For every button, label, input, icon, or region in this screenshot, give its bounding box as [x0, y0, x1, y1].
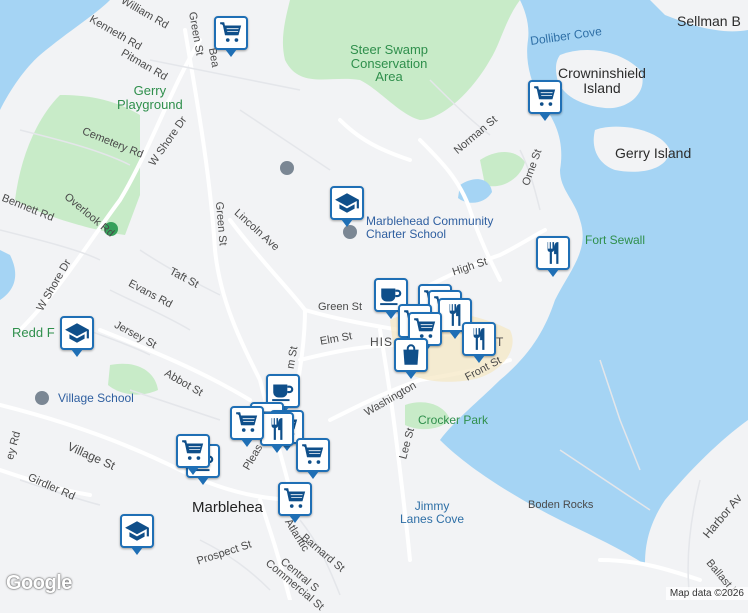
shopping-cart-icon — [180, 438, 206, 464]
shopping-cart-icon — [300, 442, 326, 468]
map-marker[interactable] — [60, 316, 94, 357]
gerry-island-label: Gerry Island — [615, 145, 692, 161]
crowninshield-island-label: Crowninshield Island — [558, 65, 646, 96]
google-logo: Google — [6, 572, 72, 594]
school-icon — [334, 190, 360, 216]
school-poi-icon — [33, 389, 49, 405]
restaurant-icon — [540, 240, 566, 266]
map-marker[interactable] — [260, 412, 294, 453]
school-icon — [64, 320, 90, 346]
street-label: Green St — [318, 301, 363, 313]
jimmy-lanes-cove-label: Jimmy Lanes Cove — [400, 499, 465, 526]
map-marker[interactable] — [230, 406, 264, 447]
charter-school-label: Marblehead Community Charter School — [366, 214, 494, 241]
map-marker[interactable] — [296, 438, 330, 479]
map-marker[interactable] — [330, 186, 364, 227]
historic-label: HIS — [370, 335, 394, 349]
fort-sewall-label: Fort Sewall — [585, 233, 646, 247]
historic-label-end: T — [496, 335, 504, 349]
map-marker[interactable] — [214, 16, 248, 57]
school-icon — [124, 518, 150, 544]
redd-label: Redd F — [12, 325, 55, 340]
sellman-label: Sellman B — [677, 13, 741, 29]
restaurant-icon — [466, 326, 492, 352]
shopping-cart-icon — [282, 486, 308, 512]
gerry-playground-label: Gerry Playground — [117, 83, 183, 112]
map-marker[interactable] — [462, 322, 496, 363]
street-label: Green St — [212, 201, 229, 247]
map-attribution[interactable]: Map data ©2026 — [665, 587, 748, 600]
map-marker[interactable] — [176, 434, 210, 475]
village-school-label: Village School — [58, 391, 134, 405]
shopping-cart-icon — [532, 84, 558, 110]
restaurant-icon — [264, 416, 290, 442]
shopping-bag-icon — [398, 342, 424, 368]
steer-swamp-label: Steer Swamp Conservation Area — [350, 42, 429, 85]
coffee-icon — [270, 378, 296, 404]
marblehead-label: Marblehea — [192, 499, 263, 516]
boden-rocks-label: Boden Rocks — [528, 499, 594, 511]
street-label: Bea — [205, 46, 222, 69]
map-marker[interactable] — [278, 482, 312, 523]
map-marker[interactable] — [536, 236, 570, 277]
shopping-cart-icon — [218, 20, 244, 46]
tree-poi-icon — [102, 220, 118, 236]
shopping-cart-icon — [234, 410, 260, 436]
map-canvas[interactable]: Sellman B Dolliber Cove Crowninshield Is… — [0, 0, 748, 613]
map-marker[interactable] — [528, 80, 562, 121]
crocker-park-label: Crocker Park — [418, 413, 489, 427]
map-marker[interactable] — [394, 338, 428, 379]
school-poi-icon — [278, 159, 294, 175]
map-marker[interactable] — [120, 514, 154, 555]
